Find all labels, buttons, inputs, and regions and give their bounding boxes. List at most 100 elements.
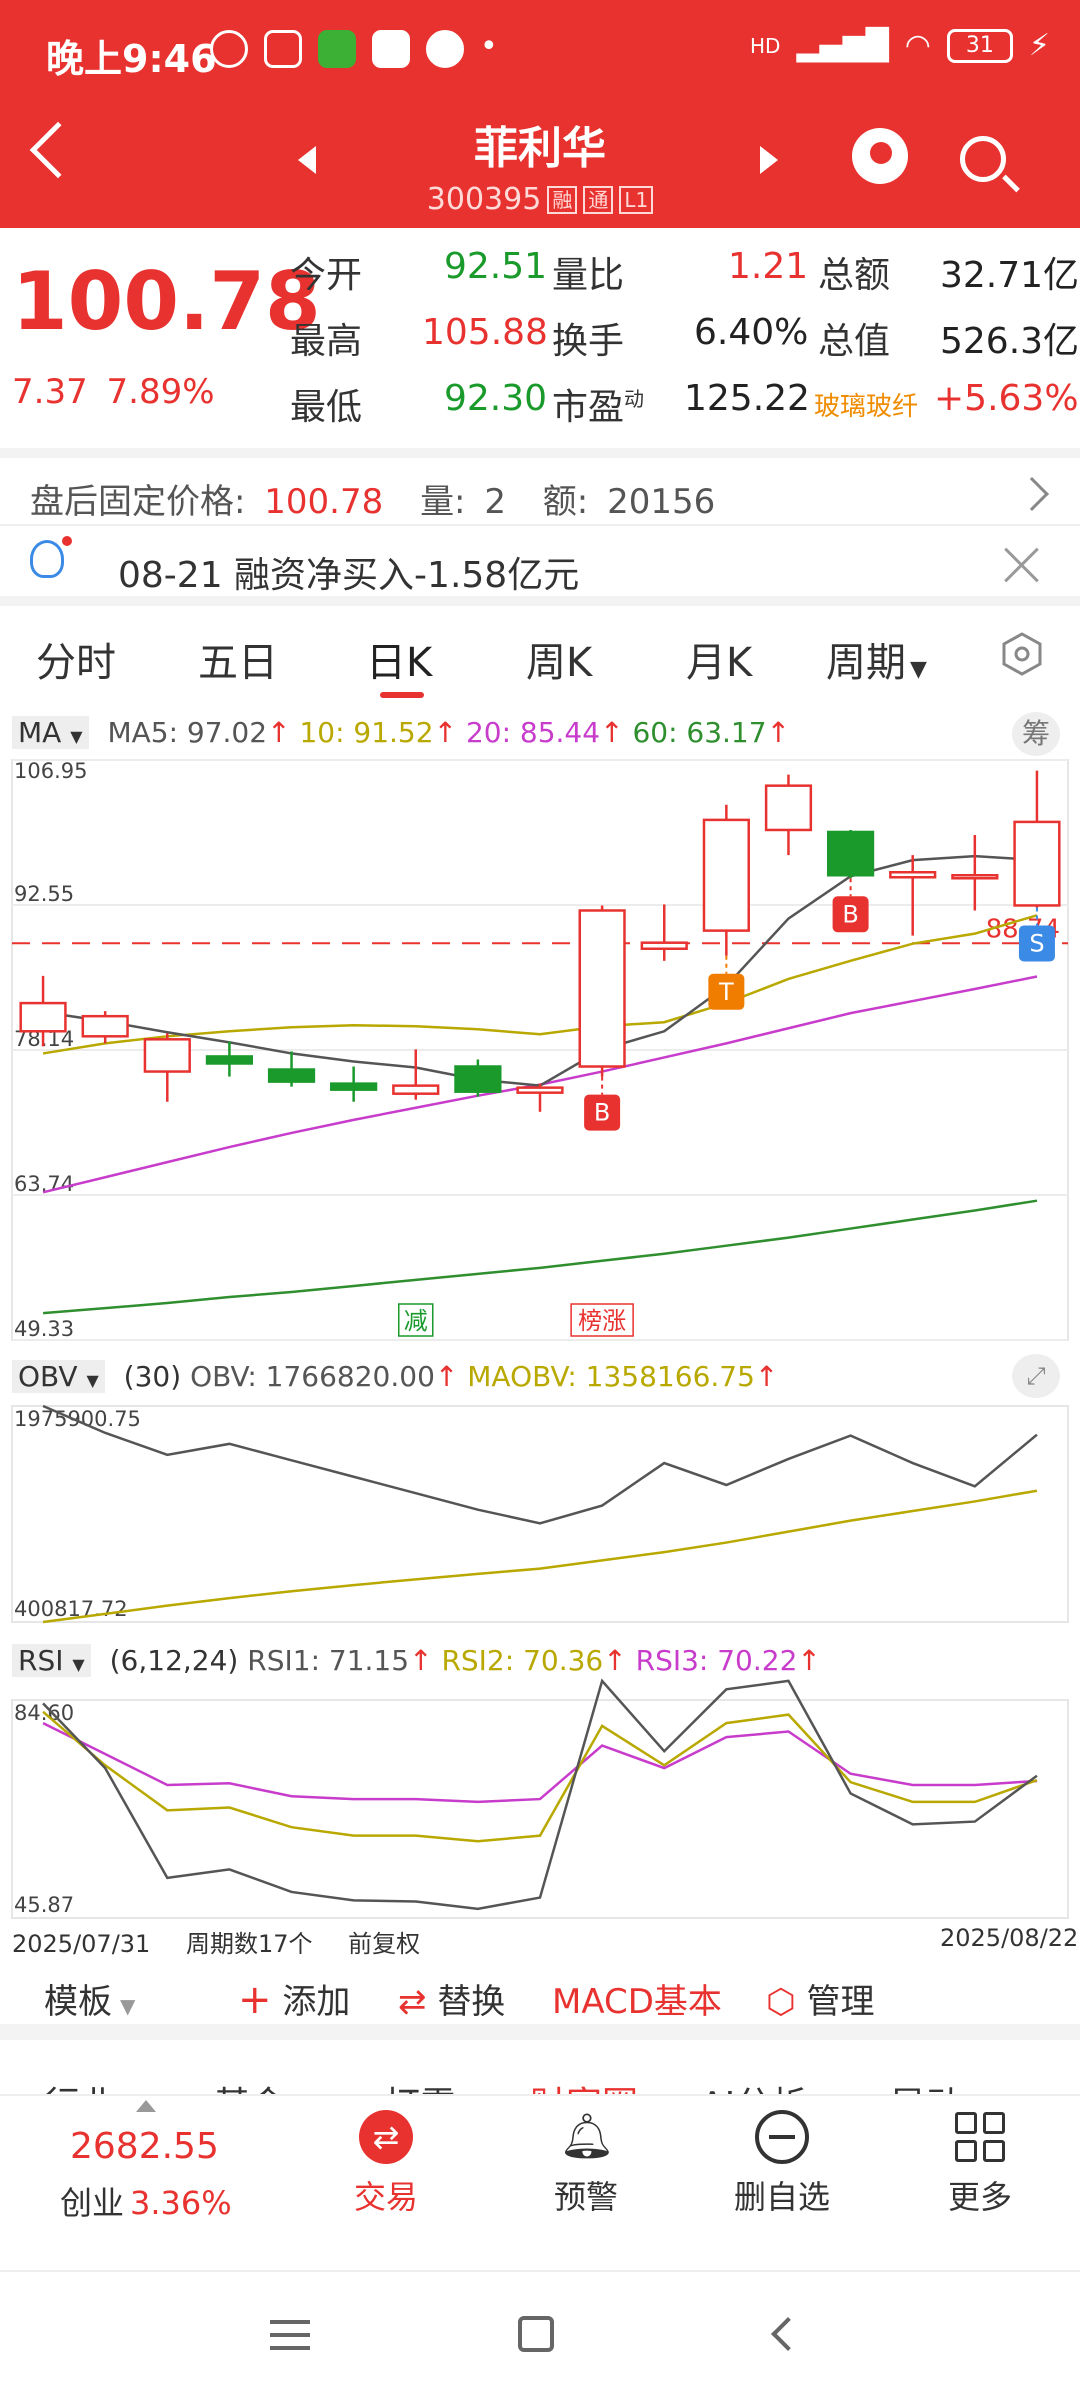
event-tag-label: 减 bbox=[404, 1307, 428, 1335]
unread-dot bbox=[62, 536, 72, 546]
bell-icon: 🔔︎ bbox=[559, 2111, 615, 2162]
nav-trade[interactable]: ⇄ 交易 bbox=[306, 2110, 466, 2218]
candle-body bbox=[951, 874, 999, 880]
x-start-date: 2025/07/31 bbox=[12, 1930, 151, 1958]
ma-selector[interactable]: MA ▼ bbox=[12, 716, 89, 749]
open-value: 92.51 bbox=[444, 246, 548, 287]
close-icon[interactable] bbox=[1002, 546, 1040, 584]
panel-frame bbox=[11, 1405, 1069, 1623]
candle-body bbox=[640, 941, 688, 950]
expand-icon[interactable]: ⤢ bbox=[1012, 1354, 1060, 1398]
next-stock-icon[interactable] bbox=[760, 146, 778, 174]
subtab-movement[interactable]: 异动 bbox=[890, 2076, 962, 2094]
candle-body bbox=[81, 1014, 129, 1038]
subtab-community[interactable]: 财富圈 bbox=[530, 2076, 638, 2094]
manage-button[interactable]: ⬡ 管理 bbox=[766, 1974, 875, 2023]
notice-text: 08-21 融资净买入-1.58亿元 bbox=[118, 555, 580, 596]
add-button[interactable]: + 添加 bbox=[238, 1974, 350, 2023]
after-hours-row[interactable]: 盘后固定价格: 100.78 量: 2 额: 20156 bbox=[0, 448, 1080, 526]
status-system-icons: HD ▂▄▆█ ◠ 31 ⚡ bbox=[750, 28, 1050, 63]
home-icon[interactable] bbox=[518, 2316, 554, 2352]
subtab-fund[interactable]: 基金 bbox=[214, 2076, 286, 2094]
shop-icon bbox=[372, 30, 410, 68]
charging-icon: ⚡ bbox=[1028, 28, 1050, 63]
candle-body bbox=[19, 1001, 67, 1033]
after-hours-price: 100.78 bbox=[264, 482, 384, 522]
nav-alert[interactable]: 🔔︎ 预警 bbox=[506, 2110, 666, 2218]
sector-name[interactable]: 玻璃玻纤 bbox=[814, 386, 918, 423]
minus-circle-icon bbox=[755, 2110, 809, 2164]
search-icon[interactable] bbox=[960, 136, 1006, 182]
after-hours-vol: 2 bbox=[484, 482, 506, 522]
obv-selector[interactable]: OBV ▼ bbox=[12, 1360, 105, 1393]
ma20-value: 20: 85.44 bbox=[465, 716, 601, 749]
rsi-bottom-tick: 45.87 bbox=[14, 1893, 74, 1917]
kline-chart[interactable]: 106.9592.5578.1463.7449.3388.74BTBS减榜涨19… bbox=[0, 700, 1080, 1950]
candle-body bbox=[702, 818, 750, 932]
subtab-industry[interactable]: 行业 bbox=[44, 2076, 116, 2094]
y-tick-label: 106.95 bbox=[14, 759, 87, 783]
candle-body bbox=[330, 1082, 378, 1091]
candle-body bbox=[454, 1065, 502, 1093]
market-cap-label: 总值 bbox=[818, 321, 891, 362]
x-end-date: 2025/08/22 bbox=[940, 1924, 1079, 1952]
candle-body bbox=[392, 1084, 440, 1095]
network-label: HD bbox=[749, 33, 781, 58]
rsi-param: (6,12,24) bbox=[109, 1644, 239, 1677]
index-row[interactable]: 创业 3.36% bbox=[60, 2178, 232, 2224]
candle-body bbox=[1013, 820, 1061, 907]
current-price: 100.78 bbox=[12, 255, 321, 348]
obv-param: (30) bbox=[123, 1360, 182, 1393]
assistant-mascot-icon[interactable] bbox=[852, 128, 908, 184]
tab-monthly-k[interactable]: 月K bbox=[686, 630, 752, 688]
nav-alert-label: 预警 bbox=[553, 2178, 618, 2216]
adjust-mode[interactable]: 前复权 bbox=[348, 1930, 420, 1958]
nav-more[interactable]: 更多 bbox=[900, 2110, 1060, 2218]
high-value: 105.88 bbox=[422, 312, 548, 353]
tab-daily-k[interactable]: 日K bbox=[366, 630, 432, 688]
expand-up-icon[interactable] bbox=[136, 2100, 156, 2112]
trade-icon: ⇄ bbox=[359, 2110, 413, 2164]
system-navigation-bar bbox=[0, 2270, 1080, 2400]
replace-button[interactable]: ⇄ 替换 bbox=[398, 1974, 505, 2023]
signal-label: S bbox=[1029, 929, 1044, 957]
index-value[interactable]: 2682.55 bbox=[70, 2126, 219, 2167]
market-cap-value: 526.3亿 bbox=[940, 321, 1080, 362]
connect-tag: 通 bbox=[583, 185, 614, 214]
template-button[interactable]: 模板 ▼ bbox=[44, 1974, 135, 2023]
margin-tag: 融 bbox=[547, 185, 578, 214]
sector-change[interactable]: +5.63% bbox=[934, 378, 1079, 419]
back-nav-icon[interactable] bbox=[771, 2317, 805, 2351]
subtab-ai[interactable]: AI分析 bbox=[700, 2076, 807, 2094]
signal-label: B bbox=[842, 900, 858, 928]
stock-code-row: 300395 融 通 L1 bbox=[0, 182, 1080, 217]
status-notification-icons: • bbox=[210, 30, 498, 68]
chip-distribution-button[interactable]: 筹 bbox=[1012, 712, 1060, 756]
volume-ratio-label: 量比 bbox=[552, 255, 625, 296]
subtab-alert[interactable]: 打雷 bbox=[384, 2076, 456, 2094]
tab-period[interactable]: 周期 ▼ bbox=[826, 630, 927, 688]
wifi-icon: ◠ bbox=[904, 28, 931, 63]
ma5-line bbox=[42, 854, 1038, 1087]
obv-value: OBV: 1766820.00 bbox=[190, 1360, 435, 1393]
notice-banner[interactable]: 08-21 融资净买入-1.58亿元 bbox=[0, 526, 1080, 606]
tab-weekly-k[interactable]: 周K bbox=[526, 630, 592, 688]
after-hours-amt-label: 额: bbox=[542, 482, 589, 522]
candle-body bbox=[889, 870, 937, 879]
ma10-value: 10: 91.52 bbox=[299, 716, 434, 749]
rsi3-line bbox=[42, 1721, 1038, 1804]
settings-hexagon-icon[interactable] bbox=[1000, 632, 1044, 676]
nav-more-label: 更多 bbox=[947, 2178, 1012, 2216]
event-tag-label: 榜涨 bbox=[578, 1307, 626, 1335]
status-time: 晚上9:46 bbox=[46, 37, 217, 81]
battery-icon: 31 bbox=[946, 28, 1013, 63]
tab-five-day[interactable]: 五日 bbox=[198, 630, 278, 688]
turnover-rate-value: 6.40% bbox=[694, 312, 809, 353]
bottom-navigation: 2682.55 创业 3.36% ⇄ 交易 🔔︎ 预警 删自选 更多 bbox=[0, 2094, 1080, 2270]
menu-icon[interactable] bbox=[270, 2320, 310, 2350]
rsi-selector[interactable]: RSI ▼ bbox=[12, 1644, 91, 1677]
turnover-rate-label: 换手 bbox=[552, 321, 625, 362]
nav-remove-watchlist[interactable]: 删自选 bbox=[702, 2110, 862, 2218]
tab-intraday[interactable]: 分时 bbox=[36, 630, 116, 688]
macd-button[interactable]: MACD基本 bbox=[552, 1974, 722, 2023]
